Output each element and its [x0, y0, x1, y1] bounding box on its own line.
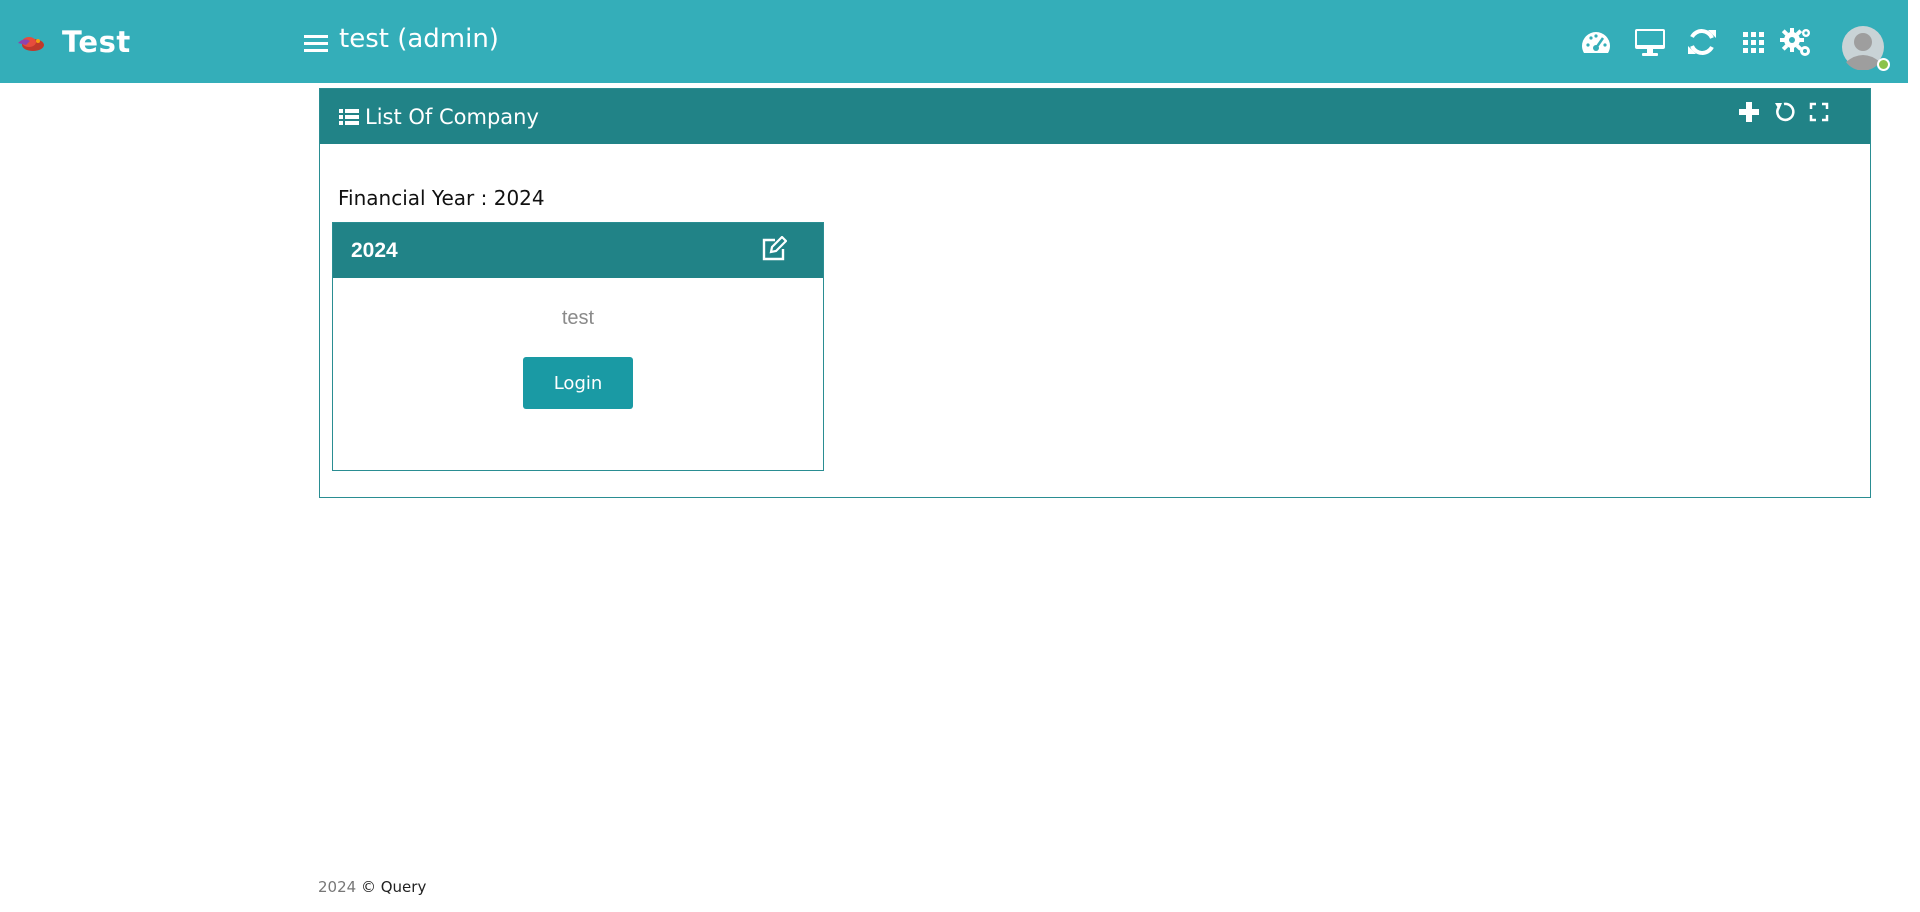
- brand[interactable]: Test: [16, 24, 131, 60]
- panel-tools: [1738, 101, 1830, 123]
- page-scrollbar[interactable]: [1908, 0, 1920, 912]
- company-list-panel: List Of Company Financial Year : 2024 20…: [319, 88, 1871, 498]
- fullscreen-icon[interactable]: [1808, 101, 1830, 123]
- online-status-dot: [1877, 58, 1890, 71]
- footer-text: © Query: [360, 878, 427, 896]
- settings-icon[interactable]: [1780, 26, 1812, 58]
- financial-year-label: Financial Year : 2024: [338, 186, 545, 210]
- current-user-title: test (admin): [339, 24, 499, 54]
- panel-header: List Of Company: [320, 89, 1870, 144]
- company-name: test: [561, 307, 595, 329]
- monitor-icon[interactable]: [1634, 26, 1666, 58]
- panel-title: List Of Company: [365, 104, 539, 129]
- card-year: 2024: [351, 239, 398, 262]
- reload-icon[interactable]: [1773, 101, 1795, 123]
- footer: 2024 © Query: [318, 878, 426, 896]
- dashboard-icon[interactable]: [1580, 26, 1612, 58]
- brand-logo-icon: [18, 37, 44, 51]
- card-header: 2024: [333, 223, 823, 278]
- edit-icon[interactable]: [761, 236, 787, 262]
- brand-name: Test: [62, 25, 131, 59]
- refresh-icon[interactable]: [1686, 26, 1718, 58]
- hamburger-menu-icon[interactable]: [304, 32, 328, 54]
- apps-grid-icon[interactable]: [1738, 26, 1770, 58]
- company-card: 2024 test Login: [332, 222, 824, 471]
- login-button[interactable]: Login: [523, 357, 633, 409]
- top-navbar: Test test (admin): [0, 0, 1908, 83]
- panel-title-wrap: List Of Company: [339, 105, 539, 129]
- list-icon: [339, 108, 359, 125]
- add-icon[interactable]: [1738, 101, 1760, 123]
- footer-year: 2024: [318, 878, 357, 896]
